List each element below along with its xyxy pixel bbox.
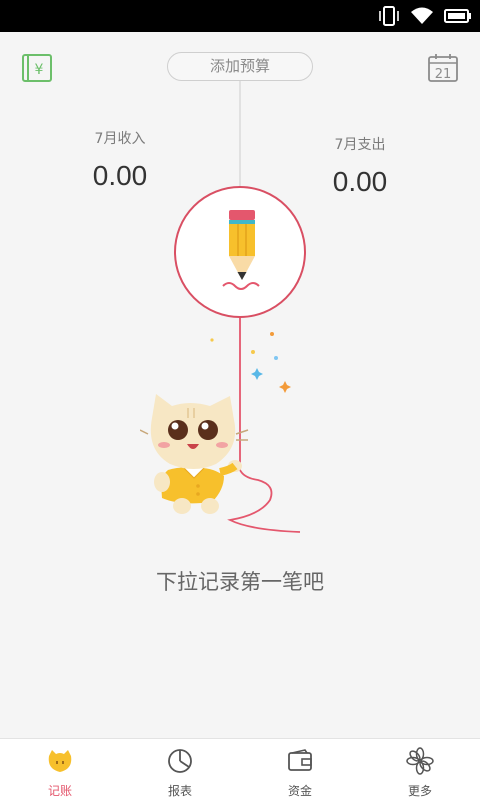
pie-chart-icon <box>168 749 192 773</box>
expense-label: 7月支出 <box>334 137 386 153</box>
income-stat: 7月收入 0.00 <box>70 128 170 192</box>
income-label: 7月收入 <box>94 131 146 147</box>
flower-icon <box>406 747 434 775</box>
tab-label: 记账 <box>47 784 72 798</box>
ledger-icon[interactable]: ¥ <box>22 54 52 82</box>
status-bar <box>0 0 480 32</box>
income-value: 0.00 <box>92 160 148 191</box>
status-icons <box>378 4 472 28</box>
add-record-button[interactable] <box>174 186 306 318</box>
calendar-icon[interactable]: 21 <box>428 54 458 82</box>
tab-label: 报表 <box>167 784 192 798</box>
bottom-tab-bar: 记账 报表 资金 更多 <box>0 738 480 800</box>
cat-face-icon <box>48 750 72 772</box>
tab-more[interactable]: 更多 <box>360 739 480 800</box>
pencil-icon <box>222 210 260 290</box>
tab-report[interactable]: 报表 <box>120 739 240 800</box>
expense-value: 0.00 <box>332 166 388 197</box>
tab-funds[interactable]: 资金 <box>240 739 360 800</box>
svg-text:21: 21 <box>435 67 452 82</box>
wifi-icon <box>411 7 433 24</box>
tab-label: 更多 <box>407 784 432 798</box>
expense-stat: 7月支出 0.00 <box>310 134 410 198</box>
vibrate-icon <box>379 6 399 26</box>
wallet-icon <box>288 749 312 771</box>
pull-down-hint: 下拉记录第一笔吧 <box>156 570 324 594</box>
tab-bookkeeping[interactable]: 记账 <box>0 739 120 800</box>
tab-label: 资金 <box>287 784 312 798</box>
add-budget-button[interactable]: 添加预算 <box>167 52 313 81</box>
cat-illustration <box>140 394 249 514</box>
battery-icon <box>444 9 471 23</box>
svg-text:¥: ¥ <box>35 62 44 78</box>
timeline-line <box>239 81 241 201</box>
